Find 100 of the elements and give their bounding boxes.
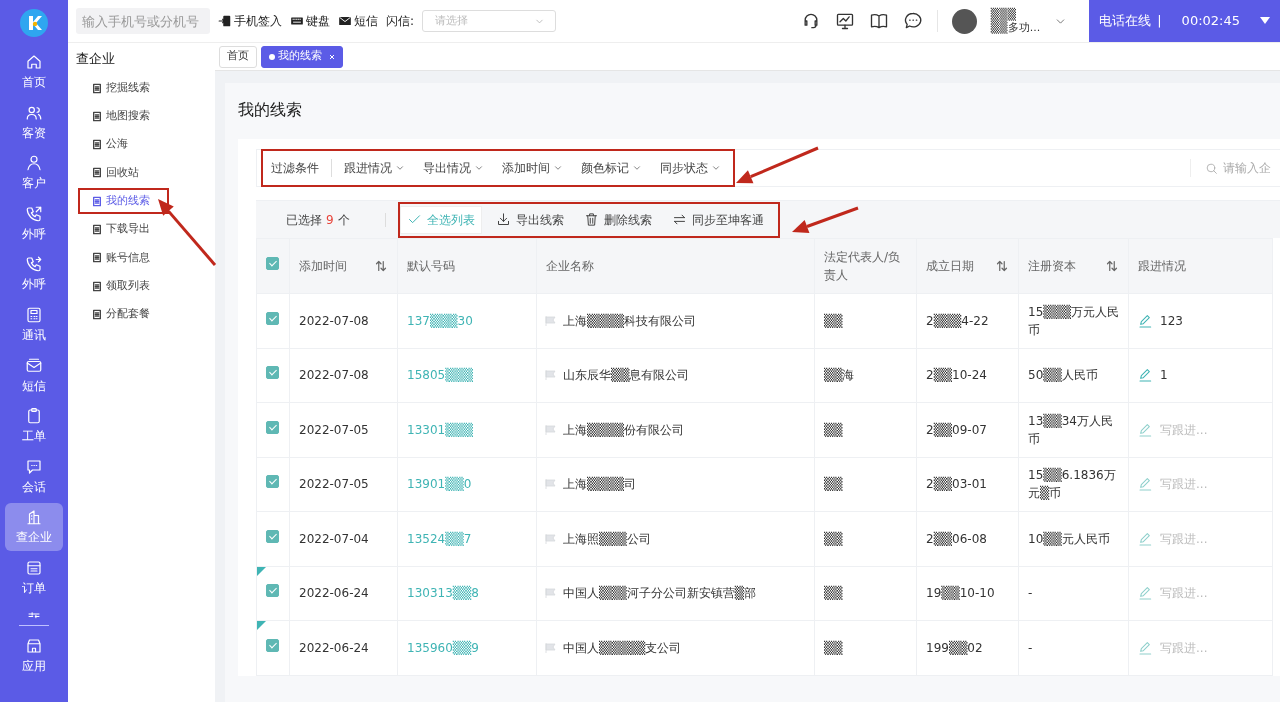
filter-dropdown[interactable]: 添加时间 xyxy=(502,159,563,178)
table-cell: 10▒▒元人民币 xyxy=(1028,531,1110,546)
avatar[interactable] xyxy=(951,8,977,34)
annotation-arrow xyxy=(792,206,859,234)
filter-dropdown[interactable]: 导出情况 xyxy=(423,159,484,178)
sort-icon xyxy=(1105,260,1119,273)
filter-dropdown[interactable]: 跟进情况 xyxy=(344,159,405,178)
table-cell: 2▒▒09-07 xyxy=(926,422,987,437)
sort-icon xyxy=(995,260,1009,273)
company-name: 中国人▒▒▒▒▒支公司 xyxy=(563,640,682,655)
table-cell: 2022-07-08 xyxy=(299,368,369,383)
nav-item[interactable]: 订单 xyxy=(5,553,63,602)
nav-item[interactable]: 应用 xyxy=(5,631,63,680)
company-name: 上海▒▒▒▒司 xyxy=(563,477,636,492)
flag-icon[interactable] xyxy=(545,533,557,544)
flag-icon[interactable] xyxy=(545,642,557,653)
nav-item[interactable]: 工单 xyxy=(5,402,63,451)
monitor-chart-icon xyxy=(834,11,855,31)
nav-item[interactable]: 外呼 xyxy=(5,250,63,299)
table-cell: - xyxy=(1028,586,1033,601)
column-header: 成立日期 xyxy=(926,259,974,274)
pencil-icon xyxy=(1138,312,1154,329)
phone-icon xyxy=(25,204,43,223)
action-button[interactable]: 全选列表 xyxy=(400,205,482,234)
document-icon xyxy=(92,280,102,292)
phone-icon xyxy=(25,255,43,274)
checkbox[interactable] xyxy=(266,638,279,652)
sidebar-item[interactable]: 公海 xyxy=(80,133,167,156)
checkbox[interactable] xyxy=(266,257,279,271)
nav-item[interactable]: 查企业 xyxy=(5,503,63,552)
nav-item[interactable]: 外呼 xyxy=(5,199,63,248)
phone-status-bar[interactable]: 电话在线 | 00:02:45 xyxy=(1089,0,1280,42)
nav-item[interactable]: 客资 xyxy=(5,98,63,147)
user-name: ▒▒▒ xyxy=(990,8,1018,21)
toolbar-link[interactable]: 手机签入 xyxy=(218,12,282,30)
envelope-icon xyxy=(338,14,352,28)
document-icon xyxy=(92,195,102,207)
sidebar-item[interactable]: 地图搜索 xyxy=(80,105,167,128)
search-icon xyxy=(1205,161,1218,175)
checkbox[interactable] xyxy=(266,366,279,380)
filter-label: 过滤条件 xyxy=(271,159,332,178)
table-cell: 2022-07-04 xyxy=(299,531,369,546)
close-icon[interactable] xyxy=(329,53,335,60)
nav-item[interactable]: 短信 xyxy=(5,351,63,400)
chat-icon xyxy=(25,457,43,476)
nav-item[interactable]: 首页 xyxy=(5,48,63,96)
tab[interactable]: 我的线索 xyxy=(261,45,343,68)
action-button[interactable]: 导出线索 xyxy=(490,205,570,234)
nav-item[interactable]: 通讯 xyxy=(5,300,63,349)
table-cell: 15▒▒6.1836万元▒币 xyxy=(1028,468,1116,501)
flash-label: 闪信: xyxy=(386,13,415,30)
column-header: 法定代表人/负责人 xyxy=(824,250,901,283)
logo-icon xyxy=(19,8,49,38)
flag-icon[interactable] xyxy=(545,315,557,326)
person-icon xyxy=(25,154,43,173)
pencil-icon xyxy=(1138,639,1154,656)
checkbox[interactable] xyxy=(266,529,279,543)
sidebar-item[interactable]: 账号信息 xyxy=(80,246,167,269)
page-title: 我的线索 xyxy=(238,99,303,121)
user-role: ▒▒多功... xyxy=(990,21,1041,34)
dial-input[interactable]: 输入手机号或分机号 xyxy=(76,8,210,34)
selection-label: 已选择 xyxy=(286,211,322,229)
follow-up-note[interactable]: 123 xyxy=(1160,311,1183,330)
phone-login-icon xyxy=(218,14,232,28)
follow-up-note[interactable]: 1 xyxy=(1160,366,1168,385)
keypad-icon xyxy=(25,305,43,324)
pencil-icon xyxy=(1138,367,1154,384)
toolbar-link[interactable]: 短信 xyxy=(338,12,378,30)
sidebar-item[interactable]: 分配套餐 xyxy=(80,303,167,326)
table-cell: 2022-06-24 xyxy=(299,586,369,601)
nav-item[interactable]: 客户 xyxy=(5,149,63,198)
selection-count: 9 xyxy=(326,211,334,229)
nav-item[interactable]: 会话 xyxy=(5,452,63,501)
flag-icon[interactable] xyxy=(545,370,557,381)
store-icon xyxy=(25,636,43,655)
sidebar-item[interactable]: 回收站 xyxy=(80,161,167,184)
table-cell: ▒▒ xyxy=(824,640,843,655)
checkbox[interactable] xyxy=(266,420,279,434)
sidebar-item[interactable]: 挖掘线索 xyxy=(80,77,167,99)
flag-icon[interactable] xyxy=(545,479,557,490)
table-cell: 2022-07-08 xyxy=(299,313,369,328)
sidebar-item[interactable]: 下载导出 xyxy=(80,218,167,241)
flag-icon[interactable] xyxy=(545,588,557,599)
tab[interactable]: 首页 xyxy=(219,45,257,68)
action-button[interactable]: 同步至坤客通 xyxy=(666,205,770,234)
filter-dropdown[interactable]: 同步状态 xyxy=(660,159,721,178)
toolbar-link[interactable]: 键盘 xyxy=(290,12,330,30)
action-button[interactable]: 删除线索 xyxy=(578,205,658,234)
checkbox[interactable] xyxy=(266,584,279,598)
column-header: 跟进情况 xyxy=(1138,259,1186,274)
flag-icon[interactable] xyxy=(545,424,557,435)
sidebar-item[interactable]: 我的线索 xyxy=(80,190,167,213)
table-cell: ▒▒海 xyxy=(824,368,855,383)
filter-dropdown[interactable]: 颜色标记 xyxy=(581,159,642,178)
company-name: 山东辰华▒▒息有限公司 xyxy=(563,368,690,383)
sidebar-item[interactable]: 领取列表 xyxy=(80,275,167,298)
document-icon xyxy=(92,139,102,151)
checkbox[interactable] xyxy=(266,311,279,325)
column-header: 添加时间 xyxy=(299,259,347,274)
checkbox[interactable] xyxy=(266,475,279,489)
